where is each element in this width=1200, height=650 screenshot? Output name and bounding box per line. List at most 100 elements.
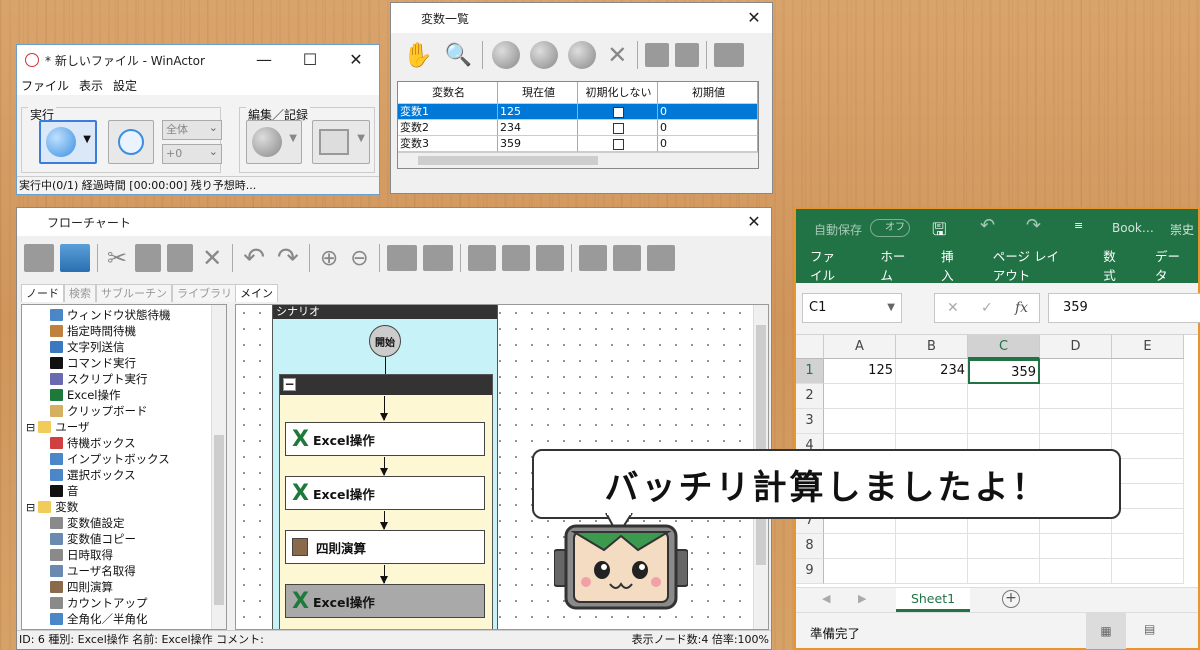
move-up-icon[interactable] [501, 245, 530, 271]
formula-input[interactable]: 359 [1048, 293, 1200, 323]
scroll-right-icon[interactable]: ▶ [858, 592, 866, 605]
expand-toggle-icon[interactable]: ⊟ [26, 501, 35, 514]
tab-search[interactable]: 検索 [64, 284, 96, 302]
cell-b2[interactable] [896, 384, 968, 409]
cell-a1[interactable]: 125 [824, 359, 896, 384]
move-down-icon[interactable] [535, 245, 564, 271]
tab-page-layout[interactable]: ページ レイアウト [975, 246, 1086, 284]
redo-icon[interactable]: ↷ [277, 243, 299, 273]
tree-item[interactable]: ユーザ名取得 [22, 563, 226, 579]
collapse-button[interactable]: − [283, 378, 296, 391]
enter-icon[interactable]: ✓ [981, 294, 993, 322]
tree-item[interactable]: カウントアップ [22, 595, 226, 611]
record-button[interactable]: ▼ [246, 120, 302, 164]
cell-e3[interactable] [1112, 409, 1184, 434]
cell-a3[interactable] [824, 409, 896, 434]
zoom-out-icon[interactable]: ⊖ [350, 246, 368, 271]
cancel-icon[interactable]: ✕ [947, 294, 959, 322]
delete-icon[interactable]: ✕ [202, 244, 222, 272]
tree-item[interactable]: 指定時間待機 [22, 323, 226, 339]
horizontal-scrollbar[interactable] [398, 152, 758, 168]
magnifier-icon[interactable]: 🔍 [445, 43, 472, 68]
undo-icon[interactable]: ↶ [243, 243, 265, 273]
tree-item[interactable]: Excel操作 [22, 387, 226, 403]
sheet-tab[interactable]: Sheet1 [896, 588, 970, 612]
copy-icon[interactable] [135, 244, 162, 272]
undo-icon[interactable]: ↶ [980, 215, 995, 236]
maximize-button[interactable]: ☐ [287, 45, 333, 75]
import-icon[interactable] [646, 245, 675, 271]
cell-d9[interactable] [1040, 559, 1112, 584]
tree-item[interactable]: スクリプト実行 [22, 371, 226, 387]
tree-item[interactable]: ウィンドウ状態待機 [22, 307, 226, 323]
flowchart-title-bar[interactable]: フローチャート ✕ [17, 208, 771, 236]
cell-a2[interactable] [824, 384, 896, 409]
flow-node-excel[interactable]: X Excel操作 [285, 422, 485, 456]
save-icon[interactable]: 🖫 [932, 217, 946, 246]
cell-a9[interactable] [824, 559, 896, 584]
tree-item[interactable]: 日時取得 [22, 547, 226, 563]
cell-d1[interactable] [1040, 359, 1112, 384]
flow-node-arithmetic[interactable]: 四則演算 [285, 530, 485, 564]
cell-c2[interactable] [968, 384, 1040, 409]
redo-icon[interactable]: ↷ [1026, 215, 1041, 236]
comment-icon[interactable] [467, 245, 496, 271]
cell-b9[interactable] [896, 559, 968, 584]
column-header[interactable]: D [1040, 335, 1112, 359]
cell-c9[interactable] [968, 559, 1040, 584]
row-header[interactable]: 2 [796, 384, 824, 409]
cell-c8[interactable] [968, 534, 1040, 559]
image-icon[interactable] [60, 244, 90, 272]
tree-item[interactable]: ⊟ 変数 [22, 499, 226, 515]
tree-item[interactable]: 四則演算 [22, 579, 226, 595]
menu-file[interactable]: ファイル [21, 77, 69, 94]
scope-select[interactable]: 全体 [162, 119, 222, 140]
export-icon[interactable] [612, 245, 641, 271]
table-row[interactable]: 変数3 359 0 [398, 136, 758, 152]
tab-file[interactable]: ファイル [796, 246, 862, 284]
tree-item[interactable]: 文字列送信 [22, 339, 226, 355]
column-header[interactable]: 現在値 [498, 82, 578, 104]
tab-insert[interactable]: 挿入 [923, 246, 975, 284]
tab-node[interactable]: ノード [21, 284, 64, 302]
no-init-checkbox[interactable] [613, 106, 624, 118]
tree-item[interactable]: 変数値設定 [22, 515, 226, 531]
tree-item[interactable]: 選択ボックス [22, 467, 226, 483]
expand-toggle-icon[interactable]: ⊟ [26, 421, 35, 434]
cell-b1[interactable]: 234 [896, 359, 968, 384]
run-circle-icon[interactable] [492, 41, 521, 69]
flow-node-excel-selected[interactable]: X Excel操作 [285, 584, 485, 618]
paste-icon[interactable] [167, 244, 194, 272]
zoom-in-icon[interactable]: ⊕ [320, 246, 338, 271]
canvas-tab[interactable]: メイン [235, 284, 278, 302]
tree-item[interactable]: 待機ボックス [22, 435, 226, 451]
column-header[interactable]: 初期値 [658, 82, 758, 104]
insert-function-button[interactable]: fx [1015, 294, 1028, 322]
winactor-title-bar[interactable]: * 新しいファイル - WinActor — ☐ ✕ [17, 45, 379, 75]
tree-item[interactable]: インプットボックス [22, 451, 226, 467]
tree-item[interactable]: クリップボード [22, 403, 226, 419]
delete-icon[interactable]: ✕ [607, 41, 627, 69]
menu-view[interactable]: 表示 [79, 77, 103, 94]
close-button[interactable]: ✕ [333, 45, 379, 75]
tab-library[interactable]: ライブラリ [172, 284, 237, 302]
user-name[interactable]: 崇史 [1170, 221, 1194, 238]
column-header[interactable]: 変数名 [398, 82, 498, 104]
tree-item[interactable]: 変数値コピー [22, 531, 226, 547]
cell-e2[interactable] [1112, 384, 1184, 409]
variables-title-bar[interactable]: 変数一覧 ✕ [391, 3, 772, 33]
table-row[interactable]: 変数2 234 0 [398, 120, 758, 136]
column-header[interactable]: C [968, 335, 1040, 359]
row-header[interactable]: 3 [796, 409, 824, 434]
ungroup-icon[interactable] [422, 245, 453, 271]
row-header[interactable]: 1 [796, 359, 824, 384]
autosave-toggle[interactable]: オフ [870, 219, 910, 237]
quick-access-menu-icon[interactable]: ≡ [1074, 219, 1083, 232]
node-tree-scrollbar[interactable] [211, 305, 226, 629]
add-sheet-icon[interactable]: + [1002, 590, 1020, 608]
column-header[interactable]: B [896, 335, 968, 359]
close-button[interactable]: ✕ [736, 3, 772, 33]
play-button[interactable]: ▼ [39, 120, 97, 164]
cell-e5[interactable] [1112, 459, 1184, 484]
group-icon[interactable] [386, 245, 417, 271]
